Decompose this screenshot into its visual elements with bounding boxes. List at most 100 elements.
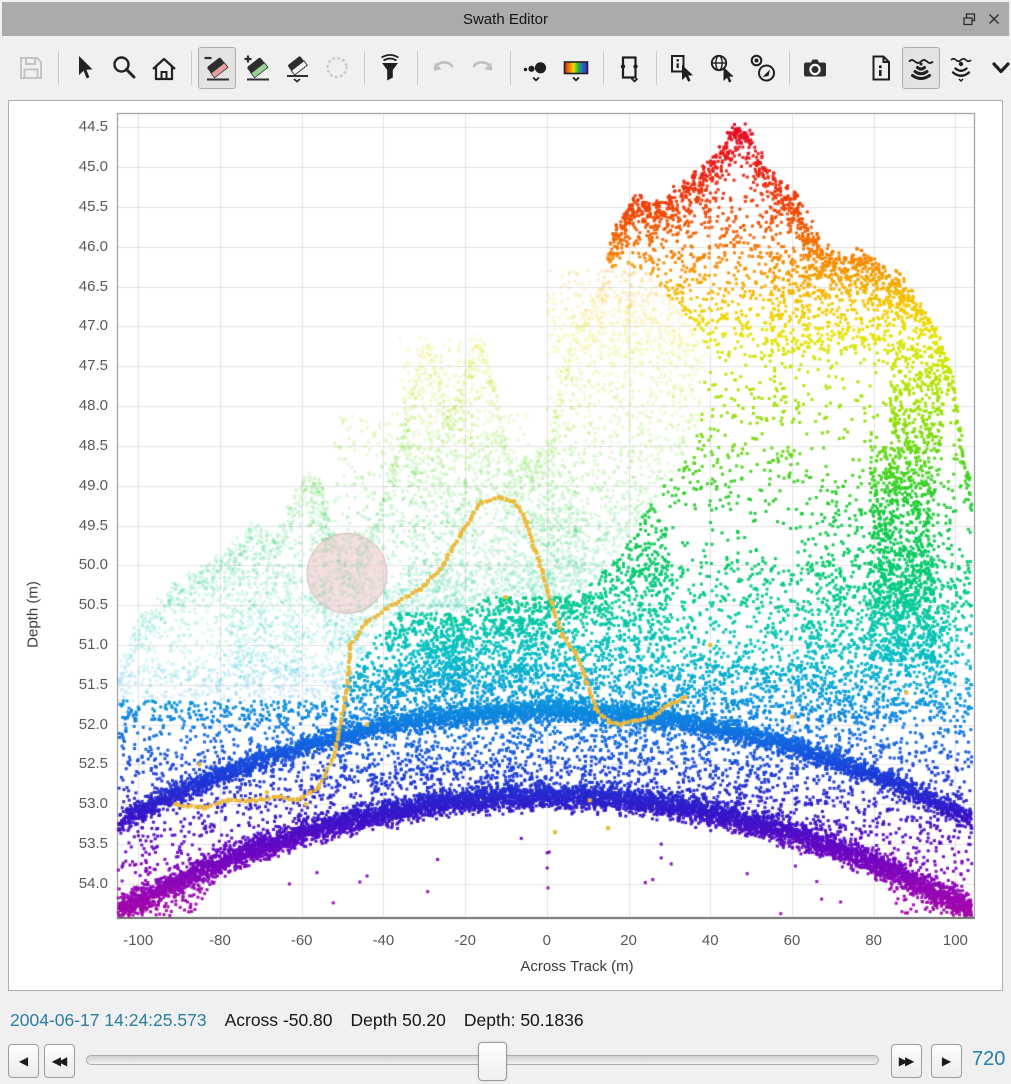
y-tick-label: 49.0 (9, 477, 108, 494)
status-bar: 2004-06-17 14:24:25.573 Across -50.80 De… (10, 1005, 584, 1035)
x-tick-label: 20 (597, 932, 661, 949)
query-info-button[interactable] (663, 47, 701, 89)
swath-plot-panel: 44.545.045.546.046.547.047.548.048.549.0… (8, 100, 1003, 991)
multi-swath-icon (946, 53, 976, 83)
status-timestamp: 2004-06-17 14:24:25.573 (10, 1010, 207, 1031)
status-depth: Depth 50.20 (351, 1010, 446, 1031)
y-tick-label: 51.5 (9, 676, 108, 693)
fast-next-button[interactable]: ▶▶ (891, 1044, 922, 1078)
compass-record-button[interactable] (743, 47, 781, 89)
next-ping-button[interactable]: ▶ (931, 1044, 962, 1078)
reject-eraser-button[interactable] (198, 47, 236, 89)
toolbar-separator (656, 51, 657, 85)
save-button[interactable] (12, 47, 50, 89)
toolbar-separator (58, 51, 59, 85)
x-tick-label: 100 (923, 932, 987, 949)
redo-icon (468, 53, 498, 83)
accept-eraser-button[interactable] (238, 47, 276, 89)
toolbar-separator (364, 51, 365, 85)
y-tick-label: 47.0 (9, 317, 108, 334)
single-swath-icon (906, 53, 936, 83)
x-tick-label: 80 (842, 932, 906, 949)
fast-prev-glyph: ◀◀ (52, 1054, 64, 1068)
query-geo-button[interactable] (703, 47, 741, 89)
more-options-button[interactable] (982, 47, 1011, 89)
lasso-button[interactable] (318, 47, 356, 89)
point-size-icon (521, 53, 551, 83)
toolbar-separator (789, 51, 790, 85)
y-tick-label: 52.5 (9, 755, 108, 772)
toolbar-separator (603, 51, 604, 85)
x-tick-label: 40 (678, 932, 742, 949)
multi-swath-button[interactable] (942, 47, 980, 89)
chevron-down-icon (986, 53, 1011, 83)
home-button[interactable] (145, 47, 183, 89)
swath-scatter-canvas[interactable] (9, 101, 1000, 988)
x-tick-label: -40 (351, 932, 415, 949)
y-tick-label: 53.5 (9, 835, 108, 852)
y-axis-title: Depth (m) (25, 555, 42, 675)
toolbar-separator (191, 51, 192, 85)
home-icon (149, 53, 179, 83)
prev-ping-button[interactable]: ◀ (8, 1044, 39, 1078)
y-tick-label: 53.0 (9, 795, 108, 812)
doc-info-icon (866, 53, 896, 83)
camera-icon (800, 53, 830, 83)
colormap-icon (561, 53, 591, 83)
titlebar: Swath Editor (2, 2, 1009, 36)
y-tick-label: 52.0 (9, 716, 108, 733)
swath-bounds-button[interactable] (610, 47, 648, 89)
y-tick-label: 48.5 (9, 437, 108, 454)
y-tick-label: 47.5 (9, 357, 108, 374)
x-tick-label: 0 (515, 932, 579, 949)
toolbar-separator (417, 51, 418, 85)
eraser-options-button[interactable] (278, 47, 316, 89)
window-title: Swath Editor (463, 11, 548, 28)
ping-number: 720 (972, 1048, 1005, 1071)
y-tick-label: 46.0 (9, 238, 108, 255)
ping-slider-handle[interactable] (478, 1042, 507, 1081)
x-tick-label: -100 (106, 932, 170, 949)
swath-bounds-icon (614, 53, 644, 83)
close-icon[interactable] (988, 13, 1000, 25)
cursor-select-button[interactable] (65, 47, 103, 89)
x-tick-label: 60 (760, 932, 824, 949)
eraser-options-icon (282, 53, 312, 83)
prev-ping-glyph: ◀ (19, 1054, 28, 1068)
filter-icon (375, 53, 405, 83)
point-size-button[interactable] (517, 47, 555, 89)
cursor-icon (69, 53, 99, 83)
colormap-button[interactable] (557, 47, 595, 89)
y-tick-label: 44.5 (9, 118, 108, 135)
lasso-icon (322, 53, 352, 83)
magnifier-icon (109, 53, 139, 83)
doc-info-button[interactable] (862, 47, 900, 89)
fast-next-glyph: ▶▶ (899, 1054, 911, 1068)
fast-prev-button[interactable]: ◀◀ (44, 1044, 75, 1078)
float-icon[interactable] (963, 13, 976, 26)
toolbar (0, 40, 1011, 96)
y-tick-label: 54.0 (9, 875, 108, 892)
accept-eraser-icon (242, 53, 272, 83)
single-swath-button[interactable] (902, 47, 940, 89)
globe-icon (707, 53, 737, 83)
y-tick-label: 49.5 (9, 517, 108, 534)
undo-button[interactable] (424, 47, 462, 89)
x-axis-title: Across Track (m) (477, 958, 677, 975)
y-tick-label: 48.0 (9, 397, 108, 414)
undo-icon (428, 53, 458, 83)
redo-button[interactable] (464, 47, 502, 89)
y-tick-label: 45.5 (9, 198, 108, 215)
status-across: Across -50.80 (225, 1010, 333, 1031)
status-depth-detail: Depth: 50.1836 (464, 1010, 584, 1031)
toolbar-separator (510, 51, 511, 85)
next-ping-glyph: ▶ (942, 1054, 951, 1068)
query-info-icon (667, 53, 697, 83)
filter-button[interactable] (371, 47, 409, 89)
y-tick-label: 46.5 (9, 278, 108, 295)
compass-record-icon (747, 53, 777, 83)
snapshot-button[interactable] (796, 47, 834, 89)
save-icon (16, 53, 46, 83)
x-tick-label: -80 (188, 932, 252, 949)
zoom-button[interactable] (105, 47, 143, 89)
